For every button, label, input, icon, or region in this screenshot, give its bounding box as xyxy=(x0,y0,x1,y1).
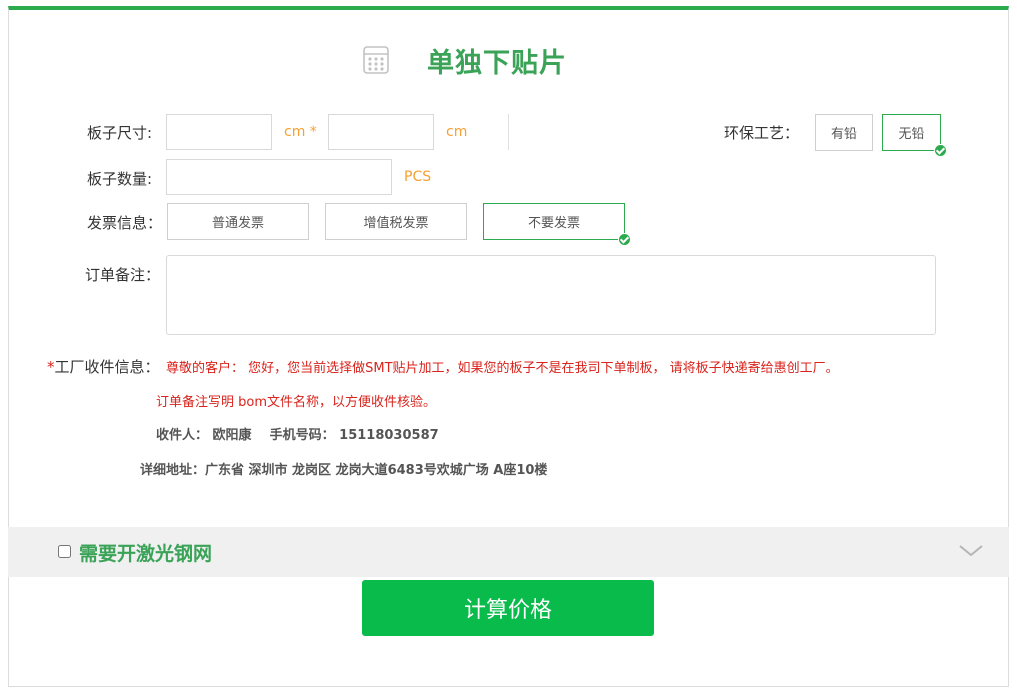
check-icon xyxy=(934,144,947,157)
factory-receipt-label: *工厂收件信息： xyxy=(47,356,160,377)
invoice-option-label: 普通发票 xyxy=(211,216,264,231)
page-header: 单独下贴片 xyxy=(362,40,567,80)
invoice-option-none[interactable]: 不要发票 xyxy=(483,203,631,246)
eco-option-lead-free[interactable]: 无铅 xyxy=(882,114,947,157)
chevron-down-icon[interactable] xyxy=(958,543,984,559)
recipient-info: 收件人： 欧阳康 手机号码： 15118030587 xyxy=(156,428,439,443)
board-width-input[interactable] xyxy=(166,114,272,150)
calculator-icon xyxy=(363,46,389,74)
board-width-unit: cm * xyxy=(284,124,317,140)
calculate-price-button[interactable]: 计算价格 xyxy=(362,580,654,636)
invoice-option-normal[interactable]: 普通发票 xyxy=(167,203,309,240)
order-remarks-label: 订单备注： xyxy=(85,266,161,284)
order-remarks-textarea[interactable] xyxy=(166,255,936,335)
board-height-unit: cm xyxy=(446,124,468,140)
factory-notice-line-1: 尊敬的客户： 您好，您当前选择做SMT贴片加工，如果您的板子不是在我司下单制板，… xyxy=(166,361,839,376)
eco-option-label: 有铅 xyxy=(830,127,857,142)
factory-receipt-label-text: 工厂收件信息： xyxy=(54,358,160,376)
invoice-option-label: 增值税发票 xyxy=(363,216,429,231)
board-quantity-input[interactable] xyxy=(166,159,392,195)
eco-option-leaded[interactable]: 有铅 xyxy=(815,114,873,151)
laser-stencil-bar[interactable]: 需要开激光钢网 xyxy=(8,527,1009,577)
divider xyxy=(508,114,509,150)
board-quantity-label: 板子数量: xyxy=(87,170,153,188)
board-size-label: 板子尺寸: xyxy=(87,124,153,142)
invoice-option-label: 不要发票 xyxy=(527,216,580,231)
factory-notice-line-2: 订单备注写明 bom文件名称，以方便收件核验。 xyxy=(156,395,437,410)
board-quantity-unit: PCS xyxy=(404,169,432,185)
laser-stencil-checkbox[interactable] xyxy=(58,545,71,558)
check-icon xyxy=(618,233,631,246)
board-height-input[interactable] xyxy=(328,114,434,150)
eco-process-label: 环保工艺： xyxy=(724,124,800,142)
recipient-address: 详细地址：广东省 深圳市 龙岗区 龙岗大道6483号欢城广场 A座10楼 xyxy=(140,463,548,478)
required-mark: * xyxy=(47,358,55,376)
invoice-option-vat[interactable]: 增值税发票 xyxy=(325,203,467,240)
page-title: 单独下贴片 xyxy=(427,47,567,79)
invoice-label: 发票信息： xyxy=(87,214,163,232)
laser-stencil-label: 需要开激光钢网 xyxy=(79,543,213,565)
eco-option-label: 无铅 xyxy=(898,127,925,142)
